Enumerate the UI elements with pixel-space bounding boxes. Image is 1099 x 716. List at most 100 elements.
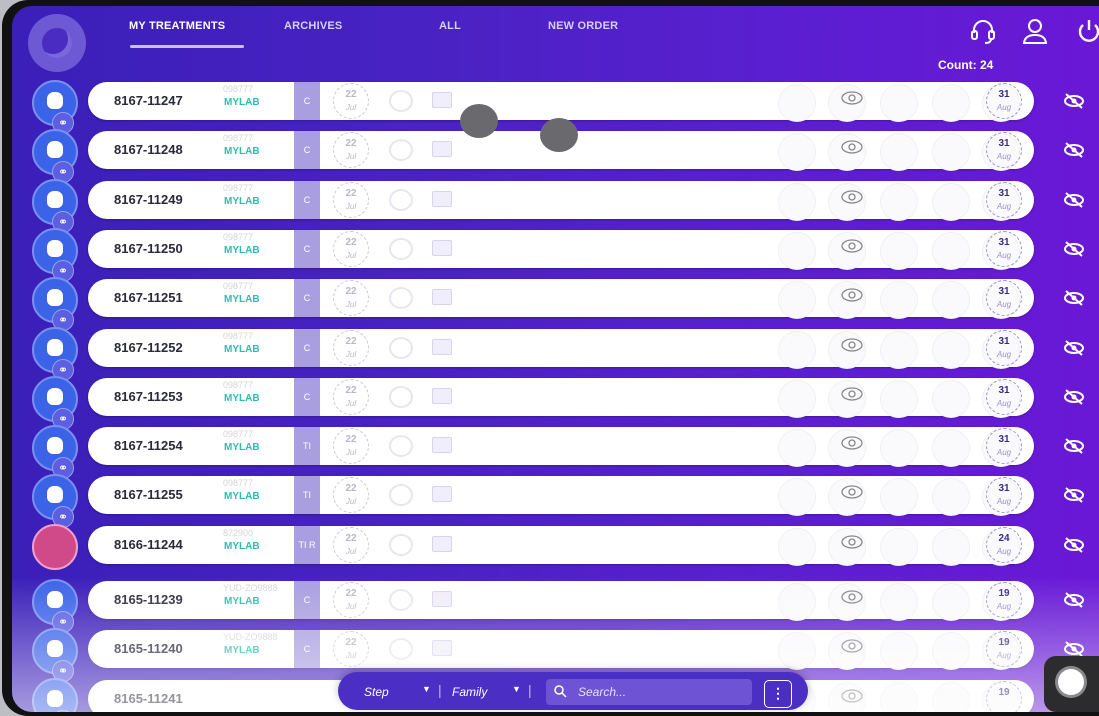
treatment-row[interactable]: 8167-11250 098777 MYLAB C 22 Jul 31 Aug [88,230,1034,270]
comment-icon[interactable] [389,589,413,611]
treatment-row[interactable]: 8167-11251 098777 MYLAB C 22 Jul 31 Aug [88,279,1034,319]
comment-icon[interactable] [389,534,413,556]
action-slot[interactable] [932,84,970,122]
treatment-avatar[interactable]: ⚭ [30,177,82,233]
action-slot[interactable] [880,632,918,670]
treatment-avatar[interactable]: ⚭ [30,472,82,528]
eye-icon[interactable] [840,287,864,303]
treatment-avatar[interactable]: ⚭ [30,275,82,331]
action-slot[interactable] [880,380,918,418]
action-slot[interactable] [778,133,816,171]
treatment-avatar[interactable]: ⚭ [30,374,82,430]
action-slot[interactable] [778,429,816,467]
treatment-avatar[interactable] [30,522,82,570]
tab-new-order[interactable]: NEW ORDER [548,20,618,32]
image-icon[interactable] [432,640,452,656]
eye-icon[interactable] [840,688,864,704]
action-slot[interactable] [932,281,970,319]
treatment-row[interactable]: 8167-11255 098777 MYLAB TI 22 Jul 31 Aug [88,476,1034,516]
treatment-row[interactable]: 8166-11244 872900 MYLAB TI R 22 Jul 24 Aug [88,526,1034,566]
step-dropdown-icon[interactable]: ▼ [422,684,431,694]
tab-my-treatments[interactable]: MY TREATMENTS [129,20,225,32]
treatment-avatar[interactable]: ⚭ [30,626,82,682]
user-icon[interactable] [1020,16,1050,46]
hide-icon[interactable] [1062,339,1086,357]
image-icon[interactable] [432,339,452,355]
eye-icon[interactable] [840,589,864,605]
action-slot[interactable] [778,331,816,369]
comment-icon[interactable] [389,386,413,408]
hide-icon[interactable] [1062,591,1086,609]
action-slot[interactable] [778,478,816,516]
assistive-touch-button[interactable] [1044,656,1099,712]
action-slot[interactable] [932,380,970,418]
eye-icon[interactable] [840,139,864,155]
treatment-row[interactable]: 8167-11253 098777 MYLAB C 22 Jul 31 Aug [88,378,1034,418]
hide-icon[interactable] [1062,240,1086,258]
action-slot[interactable] [778,583,816,621]
action-slot[interactable] [932,682,970,712]
action-slot[interactable] [932,632,970,670]
treatment-avatar[interactable]: ⚭ [30,226,82,282]
treatment-row[interactable]: 8167-11254 098777 MYLAB TI 22 Jul 31 Aug [88,427,1034,467]
action-slot[interactable] [880,281,918,319]
comment-icon[interactable] [389,337,413,359]
action-slot[interactable] [778,183,816,221]
image-icon[interactable] [432,141,452,157]
eye-icon[interactable] [840,435,864,451]
eye-icon[interactable] [840,337,864,353]
treatment-row[interactable]: 8165-11240 YUD-ZO9888 MYLAB C 22 Jul 19 Aug [88,630,1034,670]
action-slot[interactable] [880,331,918,369]
hide-icon[interactable] [1062,437,1086,455]
action-slot[interactable] [932,478,970,516]
action-slot[interactable] [778,380,816,418]
action-slot[interactable] [778,528,816,566]
comment-icon[interactable] [389,189,413,211]
comment-icon[interactable] [389,484,413,506]
tab-all[interactable]: ALL [439,20,461,32]
eye-icon[interactable] [840,189,864,205]
hide-icon[interactable] [1062,141,1086,159]
action-slot[interactable] [778,632,816,670]
eye-icon[interactable] [840,484,864,500]
image-icon[interactable] [432,289,452,305]
tab-archives[interactable]: ARCHIVES [284,20,342,32]
hide-icon[interactable] [1062,536,1086,554]
comment-icon[interactable] [389,435,413,457]
action-slot[interactable] [778,232,816,270]
image-icon[interactable] [432,388,452,404]
action-slot[interactable] [880,528,918,566]
family-filter[interactable]: Family [452,685,487,699]
action-slot[interactable] [932,183,970,221]
eye-icon[interactable] [840,638,864,654]
treatment-avatar[interactable]: ⚭ [30,325,82,381]
treatment-avatar[interactable]: ⚭ [30,127,82,183]
treatment-avatar[interactable]: ⚭ [30,423,82,479]
comment-icon[interactable] [389,638,413,660]
image-icon[interactable] [432,92,452,108]
action-slot[interactable] [880,478,918,516]
image-icon[interactable] [432,240,452,256]
hide-icon[interactable] [1062,289,1086,307]
step-filter[interactable]: Step [364,685,389,699]
headset-icon[interactable] [968,16,998,46]
action-slot[interactable] [880,183,918,221]
action-slot[interactable] [932,331,970,369]
action-slot[interactable] [932,232,970,270]
drag-handle-left[interactable] [460,104,498,138]
action-slot[interactable] [932,133,970,171]
search-input[interactable]: Search... [546,679,752,705]
hide-icon[interactable] [1062,388,1086,406]
eye-icon[interactable] [840,90,864,106]
hide-icon[interactable] [1062,92,1086,110]
power-icon[interactable] [1074,16,1099,46]
image-icon[interactable] [432,437,452,453]
drag-handle-right[interactable] [540,118,578,152]
hide-icon[interactable] [1062,191,1086,209]
treatment-row[interactable]: 8167-11252 098777 MYLAB C 22 Jul 31 Aug [88,329,1034,369]
treatment-avatar[interactable]: ⚭ [30,577,82,633]
action-slot[interactable] [880,583,918,621]
treatment-avatar[interactable]: ⚭ [30,676,82,712]
comment-icon[interactable] [389,90,413,112]
eye-icon[interactable] [840,386,864,402]
